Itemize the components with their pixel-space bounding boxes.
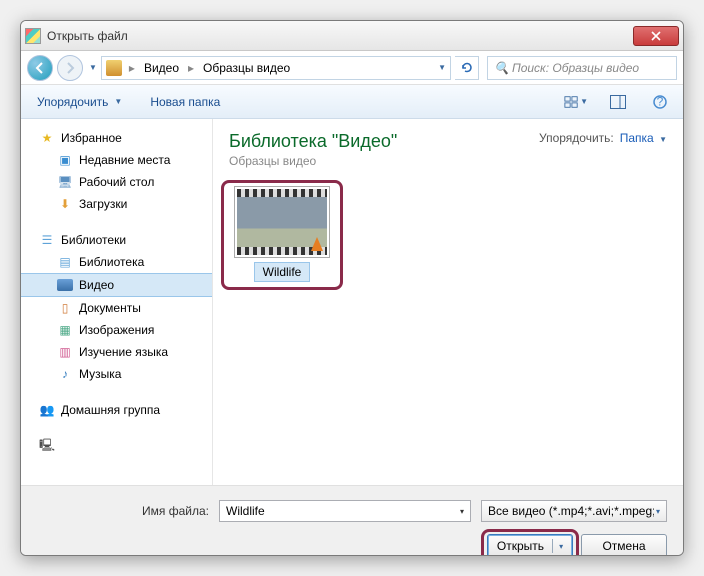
tree-downloads[interactable]: ⬇Загрузки	[21, 193, 212, 215]
star-icon: ★	[39, 130, 55, 146]
homegroup-icon: 👥	[39, 402, 55, 418]
refresh-icon	[460, 61, 474, 75]
search-icon: 🔍	[494, 61, 508, 75]
music-icon: ♪	[57, 366, 73, 382]
library-header: Библиотека "Видео" Образцы видео Упорядо…	[229, 131, 667, 168]
refresh-button[interactable]	[455, 56, 479, 80]
filmstrip-icon	[237, 189, 327, 197]
titlebar: Открыть файл	[21, 21, 683, 51]
file-thumbnail	[234, 186, 330, 258]
filename-input[interactable]: Wildlife ▾	[219, 500, 471, 522]
svg-text:?: ?	[657, 95, 664, 109]
breadcrumb-video[interactable]: Видео	[140, 61, 183, 75]
content-area: ★ Избранное ▣Недавние места 🖥Рабочий сто…	[21, 119, 683, 485]
nav-back-button[interactable]	[27, 55, 53, 81]
address-bar[interactable]: ▸ Видео ▸ Образцы видео ▼	[101, 56, 451, 80]
chevron-down-icon[interactable]: ▾	[460, 507, 464, 516]
view-icon	[564, 95, 578, 109]
path-dropdown-icon[interactable]: ▼	[438, 63, 446, 72]
vlc-overlay-icon	[311, 237, 323, 251]
close-button[interactable]	[633, 26, 679, 46]
open-button[interactable]: Открыть ▾	[487, 534, 573, 556]
tree-desktop[interactable]: 🖥Рабочий стол	[21, 171, 212, 193]
breadcrumb-separator[interactable]: ▸	[126, 61, 138, 75]
close-icon	[651, 31, 661, 41]
organize-menu[interactable]: Упорядочить▼	[31, 91, 128, 113]
toolbar: Упорядочить▼ Новая папка ▼ ?	[21, 85, 683, 119]
arrange-by: Упорядочить: Папка ▼	[539, 131, 667, 145]
help-icon: ?	[653, 95, 667, 109]
search-input[interactable]: 🔍 Поиск: Образцы видео	[487, 56, 677, 80]
nav-history-dropdown[interactable]: ▼	[89, 63, 97, 72]
tree-images[interactable]: ▦Изображения	[21, 319, 212, 341]
pane-icon	[610, 95, 626, 109]
arrange-dropdown[interactable]: Папка ▼	[620, 131, 667, 145]
nav-forward-button	[57, 55, 83, 81]
tree-video[interactable]: Видео	[21, 273, 212, 297]
new-folder-button[interactable]: Новая папка	[144, 91, 226, 113]
video-icon	[57, 277, 73, 293]
tree-music[interactable]: ♪Музыка	[21, 363, 212, 385]
file-open-dialog: Открыть файл ▼ ▸ Видео ▸ Образцы видео ▼…	[20, 20, 684, 556]
image-icon: ▦	[57, 322, 73, 338]
tree-favorites[interactable]: ★ Избранное	[21, 127, 212, 149]
libraries-icon: ☰	[39, 232, 55, 248]
library-icon	[106, 60, 122, 76]
lib-icon: ▤	[57, 254, 73, 270]
doc-icon: ▯	[57, 300, 73, 316]
file-type-filter[interactable]: Все видео (*.mp4;*.avi;*.mpeg; ▾	[481, 500, 667, 522]
computer-icon: 🖳	[39, 438, 55, 454]
tree-documents[interactable]: ▯Документы	[21, 297, 212, 319]
view-options-button[interactable]: ▼	[563, 91, 589, 113]
file-wildlife[interactable]: Wildlife	[229, 186, 335, 282]
study-icon: ▥	[57, 344, 73, 360]
footer-panel: Имя файла: Wildlife ▾ Все видео (*.mp4;*…	[21, 485, 683, 556]
tree-homegroup[interactable]: 👥 Домашняя группа	[21, 399, 212, 421]
tree-library[interactable]: ▤Библиотека	[21, 251, 212, 273]
search-placeholder: Поиск: Образцы видео	[512, 61, 639, 75]
window-title: Открыть файл	[47, 29, 633, 43]
library-subtitle: Образцы видео	[229, 154, 397, 168]
tree-libraries[interactable]: ☰ Библиотеки	[21, 229, 212, 251]
preview-pane-button[interactable]	[605, 91, 631, 113]
cancel-button[interactable]: Отмена	[581, 534, 667, 556]
chevron-down-icon[interactable]: ▾	[559, 542, 563, 551]
chevron-down-icon: ▾	[656, 507, 660, 516]
navigation-bar: ▼ ▸ Видео ▸ Образцы видео ▼ 🔍 Поиск: Обр…	[21, 51, 683, 85]
desktop-icon: 🖥	[57, 174, 73, 190]
file-list-area: Библиотека "Видео" Образцы видео Упорядо…	[213, 119, 683, 485]
help-button[interactable]: ?	[647, 91, 673, 113]
navigation-tree[interactable]: ★ Избранное ▣Недавние места 🖥Рабочий сто…	[21, 119, 213, 485]
breadcrumb-separator[interactable]: ▸	[185, 61, 197, 75]
arrow-right-icon	[64, 62, 76, 74]
download-icon: ⬇	[57, 196, 73, 212]
tree-computer[interactable]: 🖳	[21, 435, 212, 457]
file-label: Wildlife	[254, 262, 311, 282]
arrow-left-icon	[34, 62, 46, 74]
tree-recent-places[interactable]: ▣Недавние места	[21, 149, 212, 171]
breadcrumb-samples[interactable]: Образцы видео	[199, 61, 294, 75]
app-icon	[25, 28, 41, 44]
tree-study[interactable]: ▥Изучение языка	[21, 341, 212, 363]
library-title: Библиотека "Видео"	[229, 131, 397, 152]
recent-icon: ▣	[57, 152, 73, 168]
filename-label: Имя файла:	[37, 504, 209, 518]
